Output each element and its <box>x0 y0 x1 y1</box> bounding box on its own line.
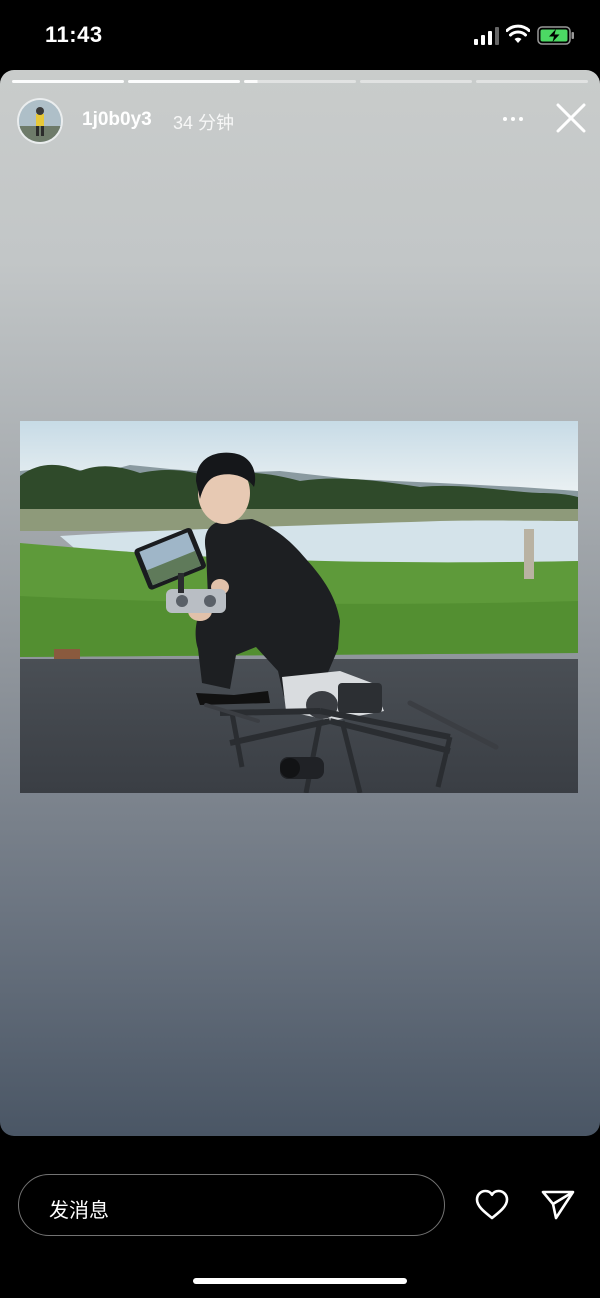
username[interactable]: 1j0b0y3 <box>82 109 152 131</box>
more-options-icon[interactable] <box>497 106 529 132</box>
status-time: 11:43 <box>45 22 103 47</box>
avatar[interactable] <box>17 98 63 144</box>
avatar-image <box>19 100 61 142</box>
heart-icon[interactable] <box>474 1189 510 1221</box>
cellular-signal-icon <box>474 27 499 45</box>
close-icon[interactable] <box>554 101 588 135</box>
battery-charging-icon <box>537 26 574 45</box>
story-viewer[interactable]: 1j0b0y3 34 分钟 <box>0 70 600 1136</box>
progress-segment <box>476 80 588 83</box>
progress-segment-current <box>244 80 356 83</box>
story-photo <box>20 421 578 793</box>
post-time: 34 分钟 <box>173 113 235 133</box>
message-input[interactable]: 发消息 <box>18 1174 445 1236</box>
message-placeholder: 发消息 <box>49 1200 109 1222</box>
wifi-icon <box>506 24 530 43</box>
progress-segment <box>128 80 240 83</box>
progress-segment <box>360 80 472 83</box>
progress-segment <box>12 80 124 83</box>
story-progress-bar <box>12 80 588 83</box>
home-indicator[interactable] <box>193 1278 407 1284</box>
status-bar: 11:43 <box>0 0 600 70</box>
send-icon[interactable] <box>540 1188 576 1220</box>
story-header: 1j0b0y3 34 分钟 <box>0 96 600 144</box>
